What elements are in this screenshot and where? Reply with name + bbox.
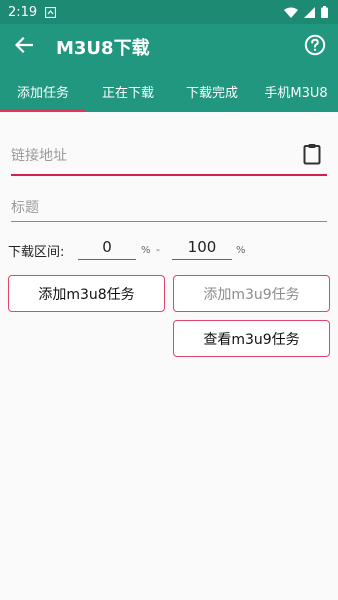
range-label: 下载区间: (8, 245, 65, 260)
add-m3u8-task-button[interactable]: 添加m3u8任务 (8, 275, 165, 312)
title-underline (11, 221, 327, 222)
percent-label: % (236, 245, 246, 256)
button-label: 查看m3u9任务 (203, 331, 300, 348)
status-bar: 2:19 (0, 0, 338, 24)
url-field-container (11, 138, 327, 176)
help-button[interactable] (292, 24, 338, 70)
range-to-input[interactable] (172, 234, 232, 260)
tab-label: 手机M3U8 (264, 85, 328, 101)
button-label: 添加m3u8任务 (38, 286, 135, 303)
notification-icon (45, 6, 57, 18)
status-right (284, 6, 328, 18)
tab-completed[interactable]: 下载完成 (170, 70, 254, 112)
button-label: 添加m3u9任务 (203, 286, 300, 303)
tab-downloading[interactable]: 正在下载 (86, 70, 170, 112)
url-input[interactable] (11, 138, 327, 174)
signal-icon (304, 6, 315, 18)
tab-label: 正在下载 (101, 85, 154, 101)
help-circle-icon (304, 34, 326, 60)
page-title: M3U8下载 (56, 38, 150, 59)
range-from-input[interactable] (78, 234, 136, 260)
title-field-container (11, 196, 327, 222)
percent-label: % (141, 245, 151, 256)
clipboard-icon (303, 143, 321, 169)
tab-phone-m3u8[interactable]: 手机M3U8 (254, 70, 338, 112)
paste-button[interactable] (301, 143, 323, 169)
view-m3u9-task-button[interactable]: 查看m3u9任务 (173, 320, 330, 357)
tab-label: 下载完成 (185, 85, 238, 101)
status-left: 2:19 (8, 4, 57, 20)
add-m3u9-task-button[interactable]: 添加m3u9任务 (173, 275, 330, 312)
tab-bar: 添加任务 正在下载 下载完成 手机M3U8 (0, 70, 338, 112)
app-bar: M3U8下载 (0, 24, 338, 70)
url-underline (11, 174, 327, 176)
wifi-icon (284, 7, 298, 18)
range-separator: - (156, 243, 160, 256)
arrow-back-icon (14, 36, 34, 57)
status-time: 2:19 (8, 4, 38, 20)
download-range: 下载区间: % - % (8, 234, 328, 262)
title-input[interactable] (11, 196, 327, 220)
tab-add-task[interactable]: 添加任务 (0, 70, 86, 112)
battery-icon (321, 6, 328, 18)
back-button[interactable] (0, 24, 48, 70)
tab-label: 添加任务 (16, 85, 69, 101)
